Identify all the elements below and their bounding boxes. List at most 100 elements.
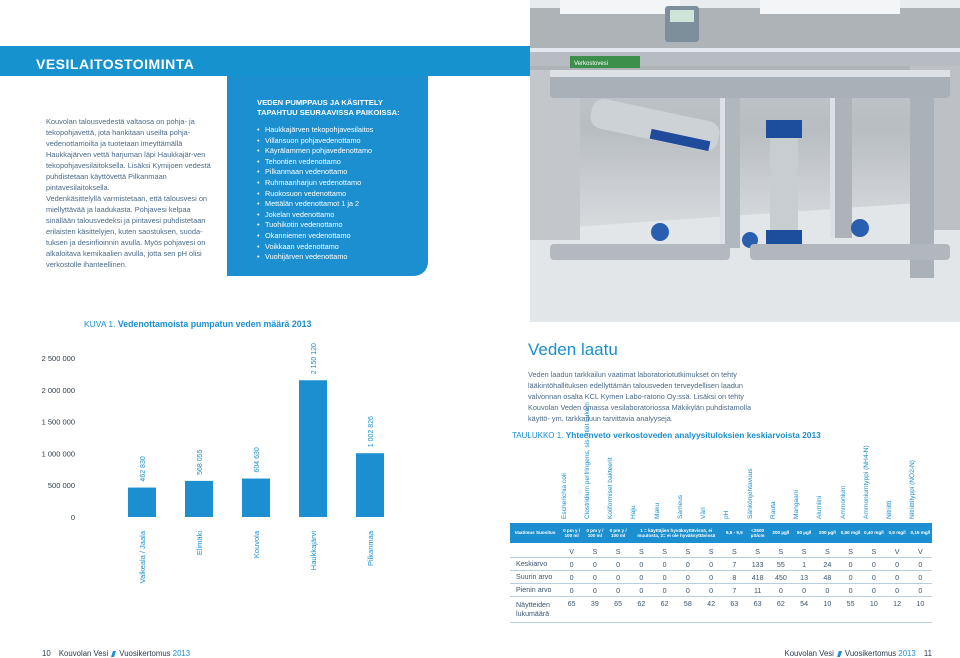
table-cell: 63 <box>753 599 762 608</box>
list-item: Ruokosuon vedenottamo <box>257 189 416 200</box>
table-column-header: Escherichia coli <box>561 441 582 519</box>
requirement-cell: 0,50 mg/l <box>840 530 861 536</box>
bar-value-label: 2 150 120 <box>311 343 318 374</box>
table-cell: S <box>662 547 667 556</box>
column-header-label: Sähkönjohtavuus <box>746 468 754 519</box>
row-label: Näytteiden lukumäärä <box>516 601 550 618</box>
y-tick-label: 1 500 000 <box>42 418 75 427</box>
list-item: Okanniemen vedenottamo <box>257 231 416 242</box>
bar-value-label: 604 630 <box>254 447 261 472</box>
intro-paragraph-1: Kouvolan talousvedestä valtaosa on pohja… <box>46 117 211 192</box>
table-cell: 7 <box>732 560 737 569</box>
separator-mark <box>111 651 117 657</box>
table-row: Pienin arvo 0 0 0 0 0 0 0 7 11 0 0 0 0 0 0 0 <box>510 584 932 597</box>
x-category-label: Elimäki <box>195 531 204 556</box>
table-cell: V <box>569 547 574 556</box>
table-column-headers: Escherichia coli Clostridium perfringens,… <box>510 402 932 523</box>
table-cell: S <box>639 547 644 556</box>
list-item: Tehontien vedenottamo <box>257 157 416 168</box>
table-cell: S <box>871 547 877 556</box>
row-label: Keskiarvo <box>516 560 548 568</box>
table-caption: TAULUKKO 1. Yhteenveto verkostoveden ana… <box>512 430 821 440</box>
requirement-cell: 0 pm y / 100 ml <box>609 527 627 539</box>
table-column-header: Haju <box>630 441 651 519</box>
row-label <box>510 545 560 558</box>
column-header-label: Ammonium <box>839 485 847 519</box>
footer-year: 2013 <box>172 649 191 658</box>
list-item: Käyrälammen pohjavedenottamo <box>257 146 416 157</box>
bar-value-label: 1 002 826 <box>368 416 375 447</box>
table-cell: 0 <box>569 586 574 595</box>
table-cell: 55 <box>846 599 855 608</box>
pumping-station-illustration: Verkostovesi <box>530 0 960 322</box>
y-tick-label: 500 000 <box>48 481 75 490</box>
table-cell: S <box>778 547 784 556</box>
table-cell: 62 <box>637 599 646 608</box>
table-cell: S <box>615 547 621 556</box>
table-column-header: Maku <box>654 441 675 519</box>
table-row: VSSSSSSSSSSSSSVV <box>510 545 932 558</box>
table-cell: 0 <box>662 560 667 569</box>
table-cell: 0 <box>848 586 853 595</box>
table-cell: 0 <box>778 586 783 595</box>
table-cell: 0 <box>918 586 923 595</box>
table-cell: 8 <box>732 573 737 582</box>
table-cell: 0 <box>871 560 876 569</box>
table-label: TAULUKKO 1. <box>512 431 566 440</box>
table-cell: V <box>894 547 900 556</box>
footer-right: Kouvolan Vesi Vuosikertomus 2013 11 <box>785 649 939 658</box>
column-header-label: Ammoniumtyppi (NH4-N) <box>862 445 870 519</box>
y-tick-label: 0 <box>71 513 75 522</box>
table-cell: 65 <box>614 599 623 608</box>
x-category-label: Valkeala / Jaala <box>138 530 147 583</box>
requirement-cell: 0,5 mg/l <box>888 530 906 536</box>
requirement-cell: 50 µg/l <box>796 530 812 536</box>
column-header-label: Mangaani <box>793 490 801 519</box>
table-cell: 0 <box>685 560 690 569</box>
table-cell: 0 <box>709 586 714 595</box>
figure-caption: KUVA 1. Vedenottamoista pumpatun veden m… <box>84 319 311 329</box>
table-cell: 133 <box>751 560 764 569</box>
table-column-header: Ammonium <box>840 441 861 519</box>
table-cell: 0 <box>802 586 807 595</box>
column-header-label: Haju <box>630 505 638 519</box>
callout-title: VEDEN PUMPPAUS JA KÄSITTELY TAPAHTUU SEU… <box>257 98 400 117</box>
table-cell: S <box>685 547 691 556</box>
column-header-label: Nitriittityppi (NO2-N) <box>909 460 917 519</box>
footer-year: 2013 <box>898 649 916 658</box>
table-column-header: Ammoniumtyppi (NH4-N) <box>863 441 884 519</box>
table-column-header: Clostridium perfringens, sis.. itiöt Luk… <box>584 402 605 519</box>
table-cell: 0 <box>895 560 900 569</box>
separator-mark <box>836 651 842 657</box>
table-cell: 0 <box>895 573 900 582</box>
table-cell: 418 <box>751 573 764 582</box>
figure-label: KUVA 1. <box>84 319 118 329</box>
page-number-right: 11 <box>923 649 932 658</box>
table-cell: 0 <box>639 586 644 595</box>
column-header-label: Väri <box>700 507 708 519</box>
sign-label: Verkostovesi <box>574 61 608 67</box>
table-cell: 0 <box>709 560 714 569</box>
table-cell: 0 <box>918 560 923 569</box>
column-header-label: Nitriitti <box>886 500 894 519</box>
table-cell: 65 <box>567 599 576 608</box>
row-label: Pienin arvo <box>516 586 552 594</box>
pumping-station-photo: Verkostovesi <box>530 0 960 322</box>
table-cell: 7 <box>732 586 737 595</box>
table-column-header: Rauta <box>770 441 791 519</box>
table-cell: 0 <box>616 560 621 569</box>
column-header-label: Maku <box>653 502 661 519</box>
list-item: Ruhmaanharjun vedenottamo <box>257 178 416 189</box>
y-tick-label: 1 000 000 <box>42 449 75 458</box>
table-cell: S <box>801 547 807 556</box>
requirement-cell: 200 µg/l <box>772 530 790 536</box>
column-header-label: Alumiini <box>816 495 824 519</box>
footer-report: Vuosikertomus <box>119 649 171 658</box>
footer-org: Kouvolan Vesi <box>784 649 834 658</box>
list-item: Tuohikotin vedenottamo <box>257 220 416 231</box>
table-cell: 0 <box>871 573 876 582</box>
requirement-cell: 6,5 - 9,5 <box>725 530 743 536</box>
table-cell: 11 <box>753 586 762 595</box>
table-cell: 0 <box>848 560 853 569</box>
table-cell: S <box>825 547 830 556</box>
